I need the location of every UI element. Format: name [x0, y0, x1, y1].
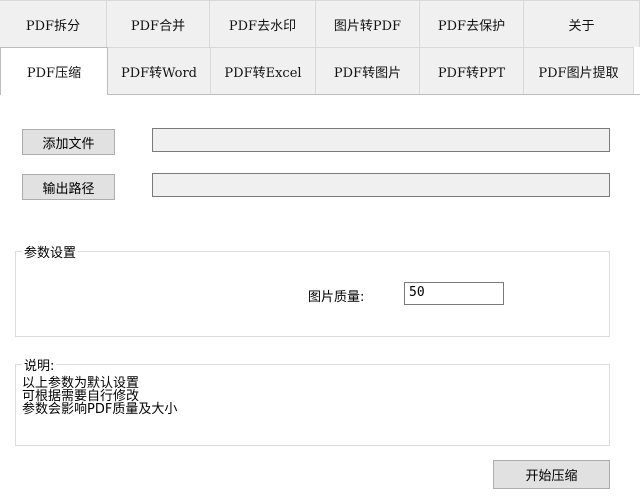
output-path-field[interactable] — [152, 173, 610, 197]
add-file-button[interactable]: 添加文件 — [22, 129, 115, 155]
tab-pdf-merge[interactable]: PDF合并 — [107, 0, 210, 47]
params-legend: 参数设置 — [22, 242, 79, 261]
notes-text: 以上参数为默认设置 可根据需要自行修改 参数会影响PDF质量及大小 — [22, 377, 177, 416]
tab-image-to-pdf[interactable]: 图片转PDF — [316, 0, 420, 47]
tab-pdf-split[interactable]: PDF拆分 — [0, 0, 107, 47]
image-quality-label: 图片质量: — [308, 290, 365, 305]
tab-pdf-to-excel[interactable]: PDF转Excel — [211, 47, 316, 94]
notes-legend: 说明: — [22, 355, 57, 374]
input-file-path-field[interactable] — [152, 128, 610, 152]
tab-pdf-remove-watermark[interactable]: PDF去水印 — [210, 0, 316, 47]
tab-pdf-remove-protection[interactable]: PDF去保护 — [420, 0, 524, 47]
output-path-button[interactable]: 输出路径 — [22, 174, 115, 200]
image-quality-input[interactable]: 50 — [404, 282, 504, 305]
notes-line: 参数会影响PDF质量及大小 — [22, 402, 178, 417]
tab-pdf-image-extract[interactable]: PDF图片提取 — [524, 47, 634, 94]
tab-row-second: PDF压缩 PDF转Word PDF转Excel PDF转图片 PDF转PPT … — [0, 47, 634, 95]
tab-pdf-to-word[interactable]: PDF转Word — [108, 47, 211, 94]
tab-pdf-to-ppt[interactable]: PDF转PPT — [420, 47, 524, 94]
start-compress-button[interactable]: 开始压缩 — [493, 460, 610, 489]
tab-pdf-to-image[interactable]: PDF转图片 — [316, 47, 420, 94]
tab-about[interactable]: 关于 — [524, 0, 640, 47]
tab-pdf-compress[interactable]: PDF压缩 — [0, 47, 108, 95]
tab-row-top: PDF拆分 PDF合并 PDF去水印 图片转PDF PDF去保护 关于 — [0, 0, 640, 47]
